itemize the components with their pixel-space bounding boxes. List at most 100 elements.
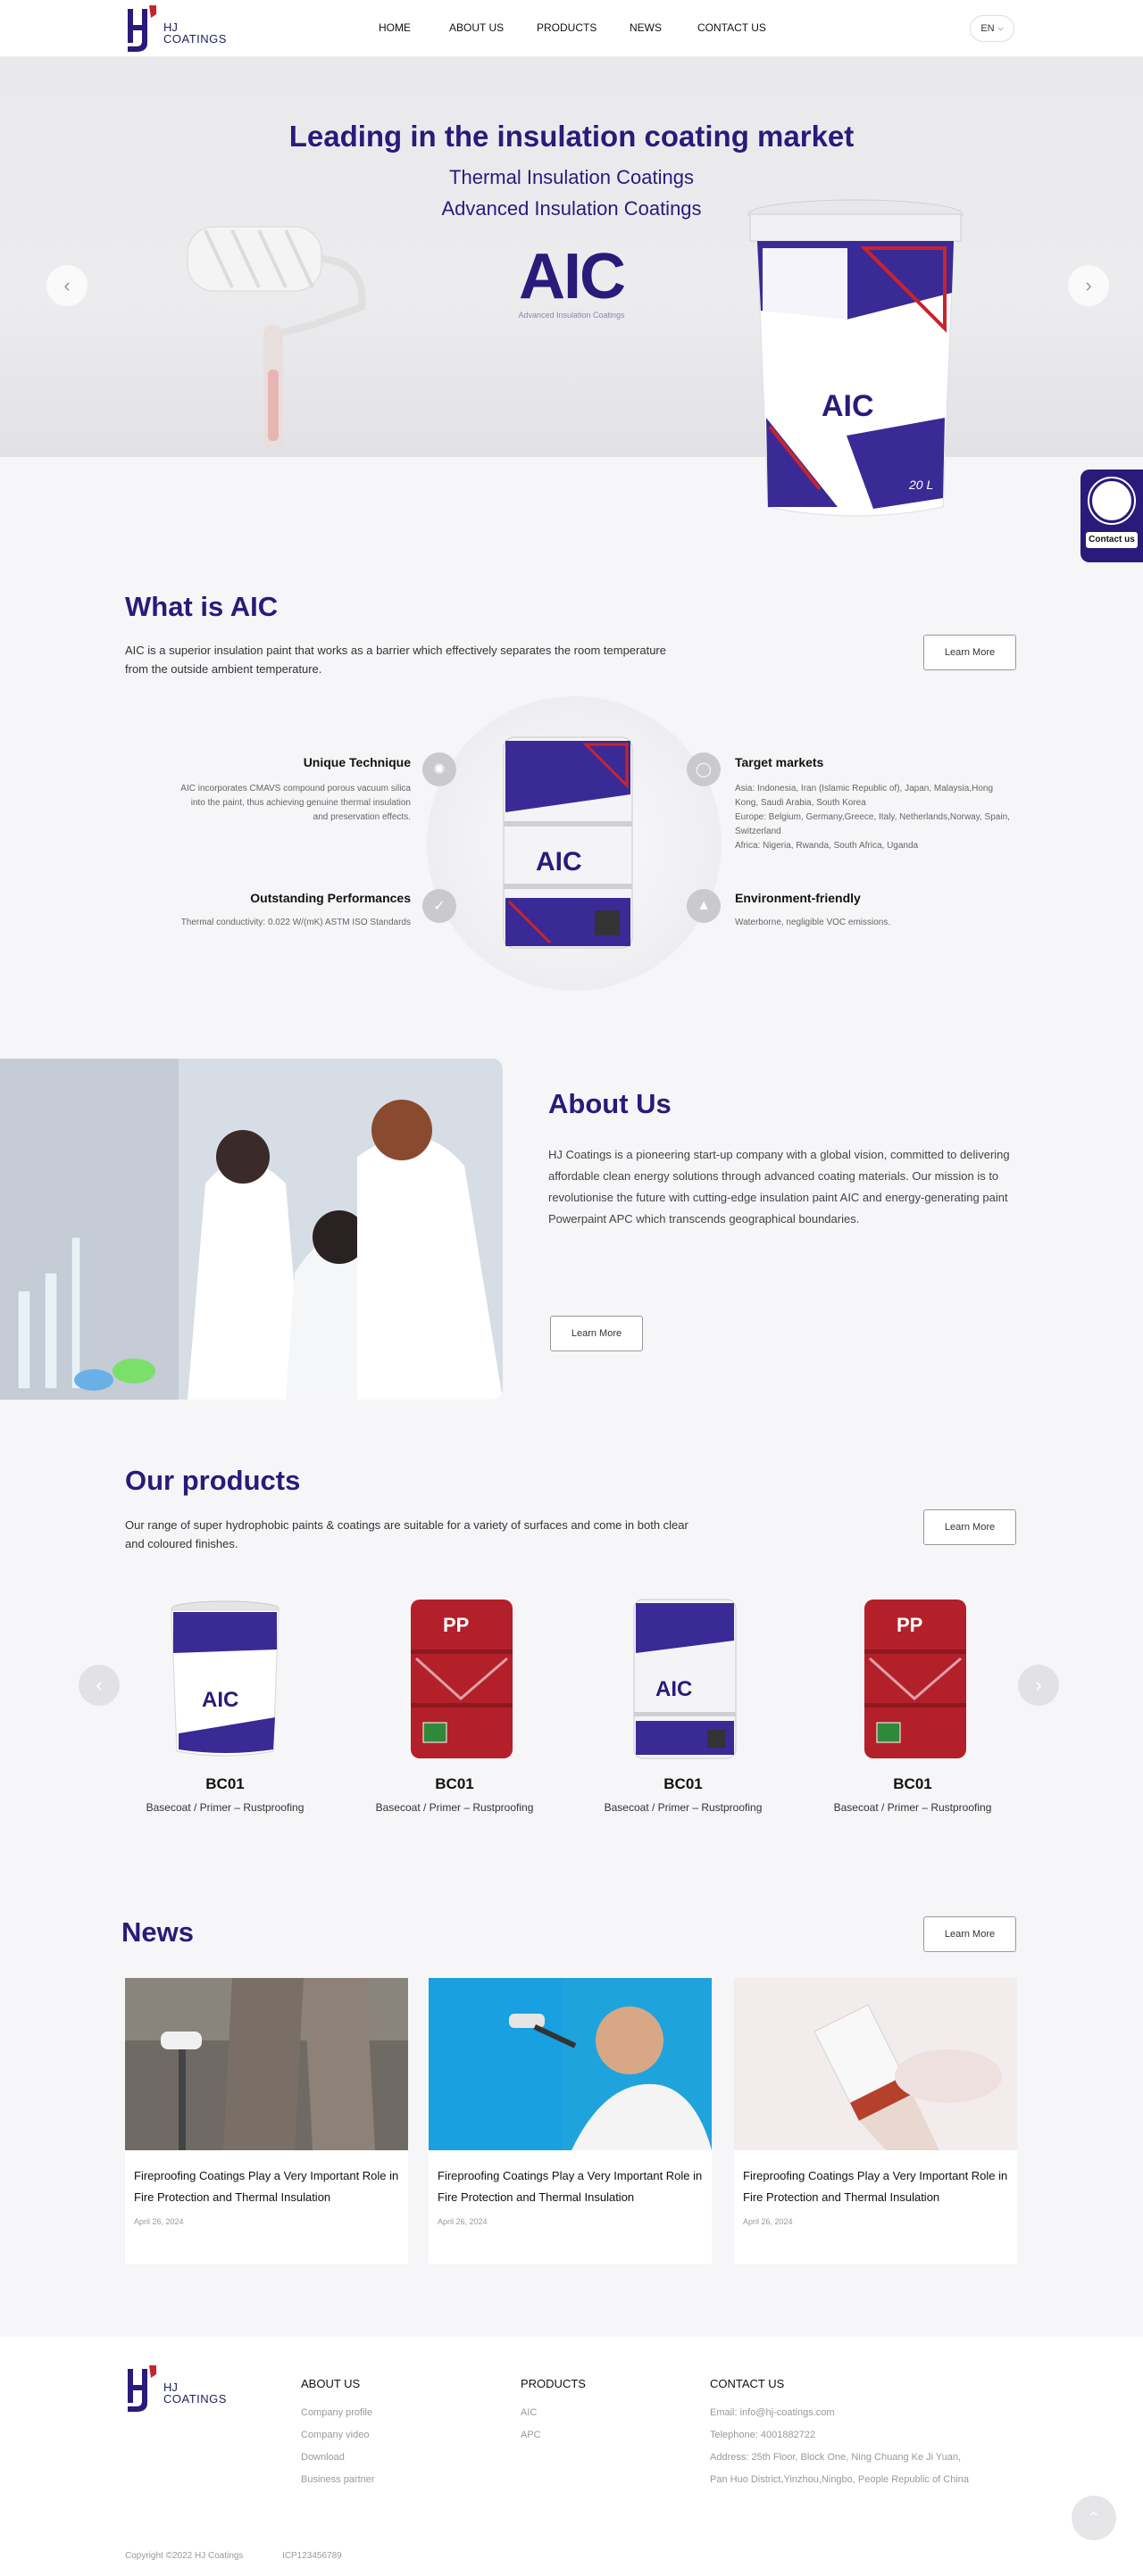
product-name[interactable]: BC01 bbox=[365, 1775, 544, 1793]
check-icon: ✓ bbox=[422, 889, 456, 923]
product-desc: Basecoat / Primer – Rustproofing bbox=[146, 1801, 305, 1814]
footer-address-line2: Pan Huo District,Yinzhou,Ningbo, People … bbox=[710, 2474, 970, 2485]
news-card[interactable]: Fireproofing Coatings Play a Very Import… bbox=[734, 1978, 1017, 2264]
svg-text:AIC: AIC bbox=[202, 1688, 238, 1712]
news-card[interactable]: Fireproofing Coatings Play a Very Import… bbox=[125, 1978, 408, 2264]
brand-logo[interactable]: HJ COATINGS bbox=[124, 4, 231, 54]
product-image-aic-drum: AIC bbox=[633, 1599, 737, 1759]
footer-link-apc[interactable]: APC bbox=[521, 2430, 541, 2440]
site-footer: HJ COATINGS ABOUT US Company profile Com… bbox=[0, 2337, 1143, 2576]
footer-link-business-partner[interactable]: Business partner bbox=[301, 2474, 375, 2485]
products-desc: Our range of super hydrophobic paints & … bbox=[125, 1518, 688, 1550]
footer-brand-logo[interactable]: HJ COATINGS bbox=[124, 2364, 231, 2414]
product-name[interactable]: BC01 bbox=[136, 1775, 314, 1793]
about-lab-photo bbox=[0, 1059, 503, 1400]
news-date: April 26, 2024 bbox=[438, 2217, 488, 2226]
footer-copyright: Copyright ©2022 HJ Coatings bbox=[125, 2551, 244, 2561]
chevron-right-icon: › bbox=[1085, 274, 1092, 296]
news-title: News bbox=[121, 1916, 194, 1948]
news-date: April 26, 2024 bbox=[134, 2217, 184, 2226]
footer-contact-heading: CONTACT US bbox=[710, 2377, 785, 2390]
footer-link-aic[interactable]: AIC bbox=[521, 2407, 537, 2418]
hero-paint-bucket: AIC 20 L bbox=[747, 199, 964, 517]
hero-title: Leading in the insulation coating market bbox=[288, 120, 855, 153]
contact-us-label: Contact us bbox=[1086, 532, 1138, 548]
news-title-text[interactable]: Fireproofing Coatings Play a Very Import… bbox=[743, 2165, 1008, 2208]
news-image-painter bbox=[125, 1978, 408, 2150]
news-image-brush bbox=[734, 1978, 1017, 2150]
nav-about-us[interactable]: ABOUT US bbox=[449, 21, 504, 34]
feature-text-target-markets: Asia: Indonesia, Iran (Islamic Republic … bbox=[735, 784, 1010, 851]
about-title: About Us bbox=[548, 1088, 672, 1119]
feature-text-unique-technique: AIC incorporates CMAVS compound porous v… bbox=[180, 784, 411, 822]
about-learn-more-button[interactable]: Learn More bbox=[550, 1316, 643, 1351]
nav-news[interactable]: NEWS bbox=[630, 21, 662, 34]
feature-text-environment-friendly: Waterborne, negligible VOC emissions. bbox=[735, 918, 891, 927]
products-learn-more-button[interactable]: Learn More bbox=[923, 1509, 1016, 1545]
svg-text:AIC: AIC bbox=[536, 847, 582, 877]
hj-logo-icon bbox=[128, 2365, 156, 2412]
feature-text-outstanding-performances: Thermal conductivity: 0.022 W/(mK) ASTM … bbox=[180, 918, 411, 927]
products-title: Our products bbox=[125, 1465, 301, 1496]
hero-prev-button[interactable]: ‹ bbox=[46, 265, 88, 306]
news-card[interactable]: Fireproofing Coatings Play a Very Import… bbox=[429, 1978, 712, 2264]
contact-logo-icon bbox=[1088, 477, 1136, 525]
lab-scene-illustration bbox=[0, 1059, 503, 1400]
hero-subtitle-1: Thermal Insulation Coatings bbox=[449, 166, 694, 188]
product-desc: Basecoat / Primer – Rustproofing bbox=[604, 1801, 763, 1814]
hero-next-button[interactable]: › bbox=[1068, 265, 1109, 306]
globe-icon: ◯ bbox=[687, 752, 721, 786]
chevron-left-icon: ‹ bbox=[96, 1674, 103, 1696]
chevron-left-icon: ‹ bbox=[63, 274, 71, 296]
back-to-top-button[interactable]: ⌃ bbox=[1072, 2496, 1116, 2540]
product-name[interactable]: BC01 bbox=[594, 1775, 772, 1793]
news-learn-more-button[interactable]: Learn More bbox=[923, 1916, 1016, 1952]
svg-text:PP: PP bbox=[897, 1614, 922, 1636]
about-text: HJ Coatings is a pioneering start-up com… bbox=[548, 1148, 1010, 1226]
news-image-man-painting bbox=[429, 1978, 712, 2150]
feature-title-environment-friendly: Environment-friendly bbox=[735, 891, 861, 905]
aic-learn-more-button[interactable]: Learn More bbox=[923, 635, 1016, 670]
footer-products-heading: PRODUCTS bbox=[521, 2377, 586, 2390]
brand-line2: COATINGS bbox=[163, 32, 227, 46]
products-prev-button[interactable]: ‹ bbox=[79, 1665, 120, 1706]
site-header: HJ COATINGS HOME ABOUT US PRODUCTS NEWS … bbox=[0, 0, 1143, 57]
language-label: EN bbox=[980, 23, 995, 34]
aic-section-desc: AIC is a superior insulation paint that … bbox=[125, 644, 666, 676]
news-title-text[interactable]: Fireproofing Coatings Play a Very Import… bbox=[438, 2165, 703, 2208]
footer-link-company-profile[interactable]: Company profile bbox=[301, 2407, 372, 2418]
footer-link-company-video[interactable]: Company video bbox=[301, 2430, 369, 2440]
svg-text:AIC: AIC bbox=[655, 1677, 692, 1701]
news-title-text[interactable]: Fireproofing Coatings Play a Very Import… bbox=[134, 2165, 399, 2208]
arrow-up-icon: ⌃ bbox=[1087, 2508, 1101, 2527]
footer-address-line1: Address: 25th Floor, Block One, Ning Chu… bbox=[710, 2452, 962, 2463]
nav-home[interactable]: HOME bbox=[379, 21, 411, 34]
floating-contact-widget[interactable]: Contact us bbox=[1080, 469, 1143, 562]
feature-title-outstanding-performances: Outstanding Performances bbox=[250, 891, 411, 905]
product-desc: Basecoat / Primer – Rustproofing bbox=[375, 1801, 534, 1814]
nav-products[interactable]: PRODUCTS bbox=[537, 21, 597, 34]
aic-section-title: What is AIC bbox=[125, 591, 279, 622]
footer-link-download[interactable]: Download bbox=[301, 2452, 345, 2463]
svg-text:AIC: AIC bbox=[822, 389, 874, 423]
paint-roller-illustration bbox=[187, 226, 366, 450]
product-name[interactable]: BC01 bbox=[823, 1775, 1002, 1793]
aic-drum-product: AIC bbox=[503, 736, 633, 949]
products-next-button[interactable]: › bbox=[1018, 1665, 1059, 1706]
language-selector[interactable]: EN ⌵ bbox=[970, 15, 1014, 42]
product-image-red-drum-2: PP bbox=[864, 1600, 966, 1758]
chevron-right-icon: › bbox=[1035, 1674, 1042, 1696]
footer-icp[interactable]: ICP123456789 bbox=[282, 2551, 342, 2561]
footer-about-heading: ABOUT US bbox=[301, 2377, 361, 2390]
aic-logo-text: AIC bbox=[519, 241, 626, 312]
chevron-down-icon: ⌵ bbox=[997, 24, 1004, 32]
aic-logo: AIC Advanced Insulation Coatings bbox=[500, 245, 643, 320]
footer-email[interactable]: Email: info@hj-coatings.com bbox=[710, 2407, 835, 2418]
bucket-size-label: 20 L bbox=[908, 478, 933, 492]
product-image-bucket: AIC bbox=[171, 1600, 279, 1757]
news-date: April 26, 2024 bbox=[743, 2217, 793, 2226]
product-desc: Basecoat / Primer – Rustproofing bbox=[833, 1801, 992, 1814]
product-image-red-drum: PP bbox=[411, 1600, 513, 1758]
hj-logo-icon bbox=[128, 5, 156, 52]
nav-contact-us[interactable]: CONTACT US bbox=[697, 21, 766, 34]
